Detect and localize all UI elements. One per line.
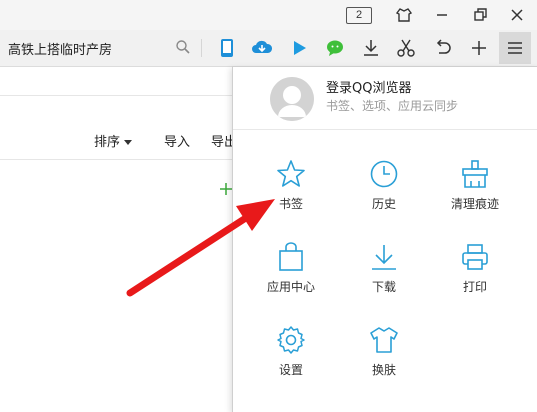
- toolbar-separator: [201, 39, 202, 57]
- menu-item-skin[interactable]: 换肤: [339, 325, 429, 395]
- menu-item-label: 下载: [371, 280, 396, 294]
- search-input[interactable]: 高铁上搭临时产房: [8, 39, 112, 58]
- sort-button[interactable]: 排序: [94, 131, 133, 150]
- menu-item-label: 清理痕迹: [450, 197, 499, 211]
- menu-item-label: 换肤: [371, 363, 396, 377]
- wechat-icon[interactable]: [324, 37, 346, 59]
- toolbar: 高铁上搭临时产房: [0, 30, 537, 67]
- main-menu-panel: 登录QQ浏览器 书签、选项、应用云同步 书签 历史 清理痕迹 应用中心 下载 打…: [232, 66, 537, 412]
- restore-icon[interactable]: [470, 5, 490, 25]
- menu-item-app-center[interactable]: 应用中心: [246, 242, 336, 312]
- page-divider: [0, 95, 232, 96]
- menu-item-label: 历史: [371, 197, 396, 211]
- login-subtitle: 书签、选项、应用云同步: [326, 99, 459, 113]
- panel-divider: [233, 129, 537, 130]
- gear-icon: [277, 326, 305, 354]
- minimize-icon[interactable]: [432, 5, 452, 25]
- menu-item-clear-traces[interactable]: 清理痕迹: [430, 159, 520, 229]
- broom-icon: [462, 160, 488, 188]
- tab-count-badge[interactable]: 2: [346, 7, 372, 24]
- search-icon[interactable]: [175, 39, 191, 55]
- menu-item-label: 书签: [278, 197, 303, 211]
- menu-item-label: 应用中心: [266, 280, 315, 294]
- clock-icon: [370, 160, 398, 188]
- video-play-icon[interactable]: [288, 37, 310, 59]
- title-bar: 2: [0, 0, 537, 30]
- cloud-download-icon[interactable]: [251, 37, 273, 59]
- close-icon[interactable]: [507, 5, 527, 25]
- chevron-down-icon: [124, 140, 133, 145]
- menu-icon: [508, 42, 522, 54]
- new-tab-plus-icon[interactable]: [468, 37, 490, 59]
- tshirt-icon: [370, 327, 398, 353]
- phone-icon[interactable]: [216, 37, 238, 59]
- menu-item-label: 设置: [278, 363, 303, 377]
- printer-icon: [462, 244, 488, 270]
- page-divider: [0, 159, 232, 160]
- menu-item-settings[interactable]: 设置: [246, 325, 336, 395]
- menu-item-label: 打印: [462, 280, 487, 294]
- bag-icon: [279, 242, 303, 271]
- sort-label: 排序: [94, 135, 121, 150]
- avatar[interactable]: [270, 77, 314, 121]
- menu-item-bookmarks[interactable]: 书签: [246, 159, 336, 229]
- undo-icon[interactable]: [432, 37, 454, 59]
- main-menu-button[interactable]: [499, 32, 531, 64]
- download-icon[interactable]: [360, 37, 382, 59]
- star-icon: [277, 160, 305, 187]
- skin-icon[interactable]: [394, 5, 414, 25]
- login-title[interactable]: 登录QQ浏览器: [326, 77, 411, 96]
- user-avatar-icon: [270, 77, 314, 121]
- import-button[interactable]: 导入: [164, 131, 190, 150]
- download-icon: [372, 245, 396, 270]
- menu-item-history[interactable]: 历史: [339, 159, 429, 229]
- export-button[interactable]: 导出: [211, 131, 232, 150]
- scissors-icon[interactable]: [395, 37, 417, 59]
- menu-item-downloads[interactable]: 下载: [339, 242, 429, 312]
- menu-item-print[interactable]: 打印: [430, 242, 520, 312]
- add-plus-icon[interactable]: [219, 182, 233, 196]
